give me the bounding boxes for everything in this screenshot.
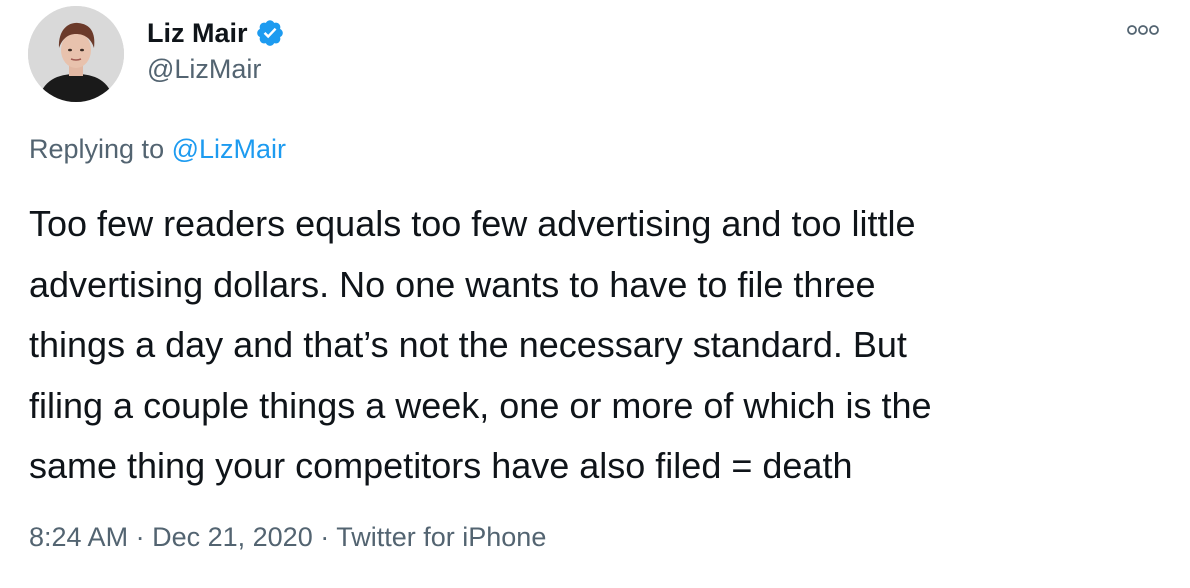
tweet-date[interactable]: Dec 21, 2020 [152, 522, 313, 552]
reply-context: Replying to @LizMair [29, 134, 286, 165]
tweet-card: Liz Mair @LizMair Replying to @LizMair T… [0, 0, 1190, 588]
reply-prefix: Replying to [29, 134, 165, 164]
user-handle[interactable]: @LizMair [147, 54, 285, 85]
profile-photo [28, 6, 124, 102]
author-info: Liz Mair @LizMair [147, 14, 285, 85]
display-name-row: Liz Mair [147, 14, 285, 52]
more-options-icon[interactable] [1126, 20, 1160, 40]
tweet-text-line: Too few readers equals too few advertisi… [29, 203, 916, 244]
tweet-time[interactable]: 8:24 AM [29, 522, 128, 552]
reply-mention-link[interactable]: @LizMair [172, 134, 286, 164]
meta-separator: · [135, 522, 145, 552]
display-name[interactable]: Liz Mair [147, 18, 248, 49]
meta-separator: · [320, 522, 330, 552]
tweet-text: Too few readers equals too few advertisi… [29, 194, 1164, 497]
tweet-source[interactable]: Twitter for iPhone [336, 522, 546, 552]
tweet-text-line: advertising dollars. No one wants to hav… [29, 263, 876, 305]
avatar[interactable] [28, 6, 124, 102]
tweet-metadata: 8:24 AM · Dec 21, 2020 · Twitter for iPh… [29, 522, 546, 553]
tweet-text-line: things a day and that’s not the necessar… [29, 324, 907, 365]
tweet-text-line: same thing your competitors have also fi… [29, 445, 853, 486]
verified-badge-icon [255, 18, 285, 48]
tweet-text-line: filing a couple things a week, one or mo… [29, 384, 932, 426]
